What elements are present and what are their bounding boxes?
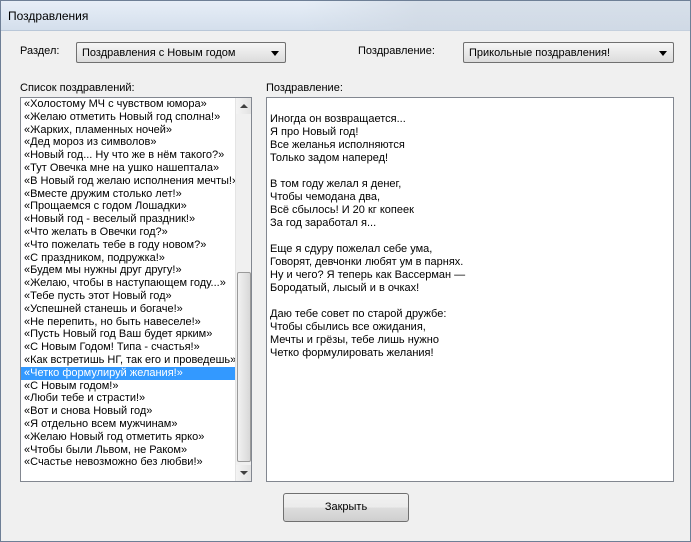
- greetings-list: «Холостому МЧ с чувством юмора» «Желаю от…: [21, 98, 235, 469]
- listbox-scrollbar[interactable]: [235, 98, 251, 481]
- greeting-line: Чтобы чемодана два,: [270, 191, 381, 203]
- list-item[interactable]: «Холостому МЧ с чувством юмора»: [21, 98, 235, 111]
- list-item[interactable]: «Желаю отметить Новый год сполна!»: [21, 111, 235, 124]
- list-item[interactable]: «Тебе пусть этот Новый год»: [21, 290, 235, 303]
- greeting-line: Чтобы сбылись все ожидания,: [270, 321, 426, 333]
- list-item[interactable]: «С Новым годом!»: [21, 380, 235, 393]
- chevron-down-icon: [659, 51, 667, 56]
- section-dropdown[interactable]: Поздравления с Новым годом: [76, 42, 286, 63]
- scroll-up-button[interactable]: [236, 98, 251, 114]
- list-item[interactable]: «Успешней станешь и богаче!»: [21, 303, 235, 316]
- list-item[interactable]: «Не перепить, но быть навеселе!»: [21, 316, 235, 329]
- greeting-line: Только задом наперед!: [270, 152, 389, 164]
- list-item[interactable]: «Новый год - веселый праздник!»: [21, 213, 235, 226]
- arrow-down-icon: [240, 471, 248, 475]
- greeting-line: Четко формулировать желания!: [270, 347, 434, 359]
- arrow-up-icon: [240, 104, 248, 108]
- greeting-line: Все желанья исполняются: [270, 139, 405, 151]
- list-item[interactable]: «Прощаемся с годом Лошадки»: [21, 200, 235, 213]
- greeting-line: Еще я сдуру пожелал себе ума,: [270, 243, 433, 255]
- greeting-line: Иногда он возвращается...: [270, 113, 406, 125]
- list-item[interactable]: «Желаю Новый год отметить ярко»: [21, 431, 235, 444]
- greeting-line: Даю тебе совет по старой дружбе:: [270, 308, 447, 320]
- list-item[interactable]: «Новый год... Ну что же в нём такого?»: [21, 149, 235, 162]
- list-item[interactable]: «Я отдельно всем мужчинам»: [21, 418, 235, 431]
- list-label: Список поздравлений:: [20, 82, 135, 94]
- window-title: Поздравления: [8, 9, 89, 23]
- greeting-line: [270, 230, 670, 243]
- greeting-line: Ну и чего? Я теперь как Вассерман —: [270, 269, 466, 281]
- list-item[interactable]: «Вместе дружим столько лет!»: [21, 188, 235, 201]
- greeting-line: В том году желал я денег,: [270, 178, 402, 190]
- greetings-window: Поздравления Раздел: Поздравления с Новы…: [0, 0, 691, 542]
- greeting-type-label: Поздравление:: [358, 45, 435, 57]
- list-item[interactable]: «С Новым Годом! Типа - счастья!»: [21, 341, 235, 354]
- scroll-down-button[interactable]: [236, 465, 251, 481]
- title-bar-background: [301, 1, 690, 31]
- close-button[interactable]: Закрыть: [283, 493, 409, 522]
- section-dropdown-value: Поздравления с Новым годом: [82, 47, 236, 59]
- list-item[interactable]: «Вот и снова Новый год»: [21, 405, 235, 418]
- list-item[interactable]: «Будем мы нужны друг другу!»: [21, 264, 235, 277]
- greeting-type-dropdown[interactable]: Прикольные поздравления!: [463, 42, 674, 63]
- greeting-line: [270, 295, 670, 308]
- greeting-textarea[interactable]: Иногда он возвращается... Я про Новый год…: [266, 97, 674, 482]
- section-label: Раздел:: [20, 45, 60, 57]
- list-item[interactable]: «Люби тебе и страсти!»: [21, 392, 235, 405]
- list-item[interactable]: «В Новый год желаю исполнения мечты!»: [21, 175, 235, 188]
- greeting-line: Я про Новый год!: [270, 126, 359, 138]
- list-item[interactable]: «Как встретишь НГ, так его и проведешь»: [21, 354, 235, 367]
- list-item[interactable]: «Счастье невозможно без любви!»: [21, 456, 235, 469]
- greeting-type-dropdown-value: Прикольные поздравления!: [469, 47, 611, 59]
- greeting-line: Говорят, девчонки любят ум в парнях.: [270, 256, 464, 268]
- greeting-line: За год заработал я...: [270, 217, 377, 229]
- list-item[interactable]: «Желаю, чтобы в наступающем году...»: [21, 277, 235, 290]
- list-item[interactable]: «Что желать в Овечки год?»: [21, 226, 235, 239]
- list-item[interactable]: «Жарких, пламенных ночей»: [21, 124, 235, 137]
- list-item[interactable]: «С праздником, подружка!»: [21, 252, 235, 265]
- greeting-text-label: Поздравление:: [266, 82, 343, 94]
- greetings-listbox[interactable]: «Холостому МЧ с чувством юмора» «Желаю от…: [20, 97, 252, 482]
- greeting-line: [270, 165, 670, 178]
- title-bar[interactable]: Поздравления: [1, 1, 690, 31]
- greeting-line: Мечты и грёзы, тебе лишь нужно: [270, 334, 439, 346]
- list-item[interactable]: «Тут Овечка мне на ушко нашептала»: [21, 162, 235, 175]
- list-item[interactable]: «Дед мороз из символов»: [21, 136, 235, 149]
- list-item[interactable]: «Чтобы были Львом, не Раком»: [21, 444, 235, 457]
- scroll-thumb[interactable]: [237, 272, 251, 462]
- list-item[interactable]: «Пусть Новый год Ваш будет ярким»: [21, 328, 235, 341]
- chevron-down-icon: [271, 51, 279, 56]
- list-item[interactable]: «Что пожелать тебе в году новом?»: [21, 239, 235, 252]
- greeting-line: Бородатый, лысый и в очках!: [270, 282, 420, 294]
- greeting-line: Всё сбылось! И 20 кг копеек: [270, 204, 414, 216]
- list-item[interactable]: «Четко формулируй желания!»: [21, 366, 235, 380]
